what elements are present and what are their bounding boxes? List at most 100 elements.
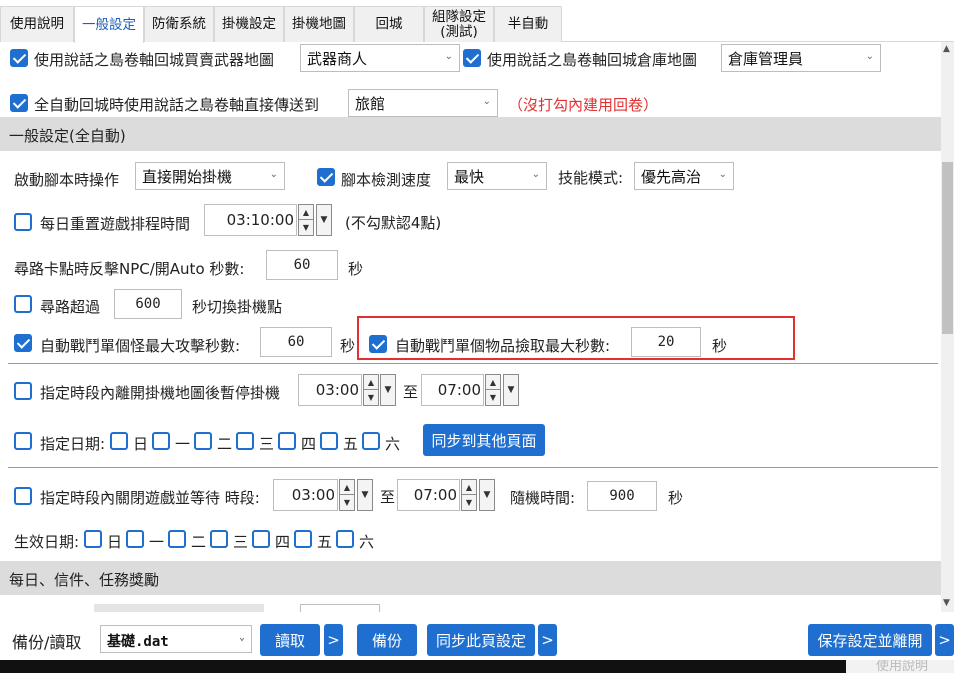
sync-more-button[interactable]: > bbox=[538, 624, 557, 656]
sync-page-settings-button[interactable]: 同步此頁設定 bbox=[427, 624, 535, 656]
attack-max-checkbox[interactable] bbox=[14, 334, 32, 352]
pause-checkbox[interactable] bbox=[14, 382, 32, 400]
tab-hang-settings[interactable]: 掛機設定 bbox=[214, 6, 284, 42]
spin-up-icon[interactable]: ▲ bbox=[462, 480, 476, 495]
eff-day-mon-checkbox[interactable] bbox=[126, 530, 144, 548]
day-tue-checkbox[interactable] bbox=[194, 432, 212, 450]
daily-reset-time[interactable]: 03:10:00 bbox=[204, 204, 297, 236]
tab-party[interactable]: 組隊設定 (測試) bbox=[424, 6, 494, 42]
pickup-max-input[interactable]: 20 bbox=[631, 327, 701, 357]
close-to-time[interactable]: 07:00 bbox=[397, 479, 460, 511]
path-over-input[interactable]: 600 bbox=[114, 289, 182, 319]
close-game-checkbox[interactable] bbox=[14, 487, 32, 505]
eff-day-sat-checkbox[interactable] bbox=[336, 530, 354, 548]
spin-down-icon[interactable]: ▼ bbox=[462, 495, 476, 510]
stuck-label: 尋路卡點時反擊NPC/開Auto 秒數: bbox=[14, 260, 245, 278]
tab-semi-auto[interactable]: 半自動 bbox=[494, 6, 562, 42]
skill-mode-select[interactable]: 優先高治 ⌄ bbox=[634, 162, 734, 190]
stuck-unit: 秒 bbox=[348, 260, 364, 278]
day-mon-checkbox[interactable] bbox=[152, 432, 170, 450]
close-from-time[interactable]: 03:00 bbox=[273, 479, 338, 511]
tab-hang-map[interactable]: 掛機地圖 bbox=[284, 6, 354, 42]
detect-speed-select[interactable]: 最快 ⌄ bbox=[447, 162, 547, 190]
day-thu-checkbox[interactable] bbox=[278, 432, 296, 450]
daily-reset-checkbox[interactable] bbox=[14, 213, 32, 231]
detect-speed-label: 腳本檢測速度 bbox=[341, 171, 432, 189]
scroll-up-icon[interactable]: ▲ bbox=[943, 44, 950, 54]
day-sat-checkbox[interactable] bbox=[362, 432, 380, 450]
scrollbar-thumb[interactable] bbox=[942, 162, 953, 334]
day-fri-checkbox[interactable] bbox=[320, 432, 338, 450]
spin-down-icon[interactable]: ▼ bbox=[364, 390, 378, 405]
eff-day-mon-label: 一 bbox=[149, 533, 165, 551]
eff-day-fri-checkbox[interactable] bbox=[294, 530, 312, 548]
stuck-seconds-input[interactable]: 60 bbox=[266, 250, 338, 280]
pause-from-dropdown[interactable]: ▼ bbox=[380, 374, 396, 406]
attack-max-unit: 秒 bbox=[340, 337, 356, 355]
clipped-select[interactable] bbox=[94, 604, 264, 612]
read-more-button[interactable]: > bbox=[324, 624, 343, 656]
chevron-down-icon: ⌄ bbox=[482, 96, 491, 107]
spin-up-icon[interactable]: ▲ bbox=[299, 205, 313, 220]
save-more-button[interactable]: > bbox=[935, 624, 954, 656]
warehouse-map-checkbox[interactable] bbox=[463, 49, 481, 67]
tab-general[interactable]: 一般設定 bbox=[74, 6, 144, 43]
weapon-merchant-select[interactable]: 武器商人 ⌄ bbox=[300, 44, 460, 72]
attack-max-input[interactable]: 60 bbox=[260, 327, 332, 357]
teleport-destination-select[interactable]: 旅館 ⌄ bbox=[348, 89, 498, 117]
close-to-spinner[interactable]: ▲ ▼ bbox=[461, 479, 477, 511]
pause-from-spinner[interactable]: ▲ ▼ bbox=[363, 374, 379, 406]
spin-up-icon[interactable]: ▲ bbox=[340, 480, 354, 495]
tab-bar: 使用說明 一般設定 防衛系統 掛機設定 掛機地圖 回城 組隊設定 (測試) 半自… bbox=[0, 6, 954, 43]
random-time-unit: 秒 bbox=[668, 489, 684, 507]
close-to-dropdown[interactable]: ▼ bbox=[479, 479, 495, 511]
start-action-value: 直接開始掛機 bbox=[142, 168, 233, 186]
spin-down-icon[interactable]: ▼ bbox=[486, 390, 500, 405]
start-action-select[interactable]: 直接開始掛機 ⌄ bbox=[135, 162, 285, 190]
eff-day-sun-checkbox[interactable] bbox=[84, 530, 102, 548]
close-from-dropdown[interactable]: ▼ bbox=[357, 479, 373, 511]
bottom-bar bbox=[0, 660, 954, 673]
tab-defense[interactable]: 防衛系統 bbox=[144, 6, 214, 42]
backup-file-select[interactable]: 基礎.dat ⌄ bbox=[100, 625, 252, 653]
path-over-checkbox[interactable] bbox=[14, 295, 32, 313]
backup-button[interactable]: 備份 bbox=[357, 624, 417, 656]
pause-to-spinner[interactable]: ▲ ▼ bbox=[485, 374, 501, 406]
pause-to-time[interactable]: 07:00 bbox=[421, 374, 484, 406]
spin-down-icon[interactable]: ▼ bbox=[299, 220, 313, 235]
random-time-input[interactable]: 900 bbox=[587, 481, 657, 511]
daily-reset-spinner[interactable]: ▲ ▼ bbox=[298, 204, 314, 236]
pickup-max-checkbox[interactable] bbox=[369, 335, 387, 353]
warehouse-select[interactable]: 倉庫管理員 ⌄ bbox=[721, 44, 881, 72]
eff-day-wed-checkbox[interactable] bbox=[210, 530, 228, 548]
weapon-map-checkbox[interactable] bbox=[10, 49, 28, 67]
spin-down-icon[interactable]: ▼ bbox=[340, 495, 354, 510]
tab-help[interactable]: 使用說明 bbox=[0, 6, 74, 42]
teleport-destination-value: 旅館 bbox=[355, 95, 386, 113]
eff-day-tue-label: 二 bbox=[191, 533, 207, 551]
eff-day-tue-checkbox[interactable] bbox=[168, 530, 186, 548]
pause-label: 指定時段內離開掛機地圖後暫停掛機 bbox=[40, 384, 281, 402]
spin-up-icon[interactable]: ▲ bbox=[364, 375, 378, 390]
daily-reset-dropdown[interactable]: ▼ bbox=[316, 204, 332, 236]
pause-to-dropdown[interactable]: ▼ bbox=[503, 374, 519, 406]
scroll-down-icon[interactable]: ▼ bbox=[943, 598, 950, 608]
day-wed-checkbox[interactable] bbox=[236, 432, 254, 450]
tab-return[interactable]: 回城 bbox=[354, 6, 424, 42]
eff-day-thu-checkbox[interactable] bbox=[252, 530, 270, 548]
specific-date-checkbox[interactable] bbox=[14, 432, 32, 450]
spin-up-icon[interactable]: ▲ bbox=[486, 375, 500, 390]
warehouse-map-label: 使用說話之島卷軸回城倉庫地圖 bbox=[487, 51, 698, 69]
close-from-spinner[interactable]: ▲ ▼ bbox=[339, 479, 355, 511]
specific-date-label: 指定日期: bbox=[40, 435, 106, 453]
detect-speed-checkbox[interactable] bbox=[317, 168, 335, 186]
day-sun-checkbox[interactable] bbox=[110, 432, 128, 450]
sync-other-pages-button[interactable]: 同步到其他頁面 bbox=[423, 424, 545, 456]
chevron-down-icon: ⌄ bbox=[238, 632, 245, 643]
clipped-input[interactable] bbox=[300, 604, 380, 612]
auto-teleport-checkbox[interactable] bbox=[10, 94, 28, 112]
save-and-exit-button[interactable]: 保存設定並離開 bbox=[808, 624, 932, 656]
close-to-label: 至 bbox=[380, 488, 396, 506]
pause-from-time[interactable]: 03:00 bbox=[298, 374, 362, 406]
read-button[interactable]: 讀取 bbox=[260, 624, 320, 656]
